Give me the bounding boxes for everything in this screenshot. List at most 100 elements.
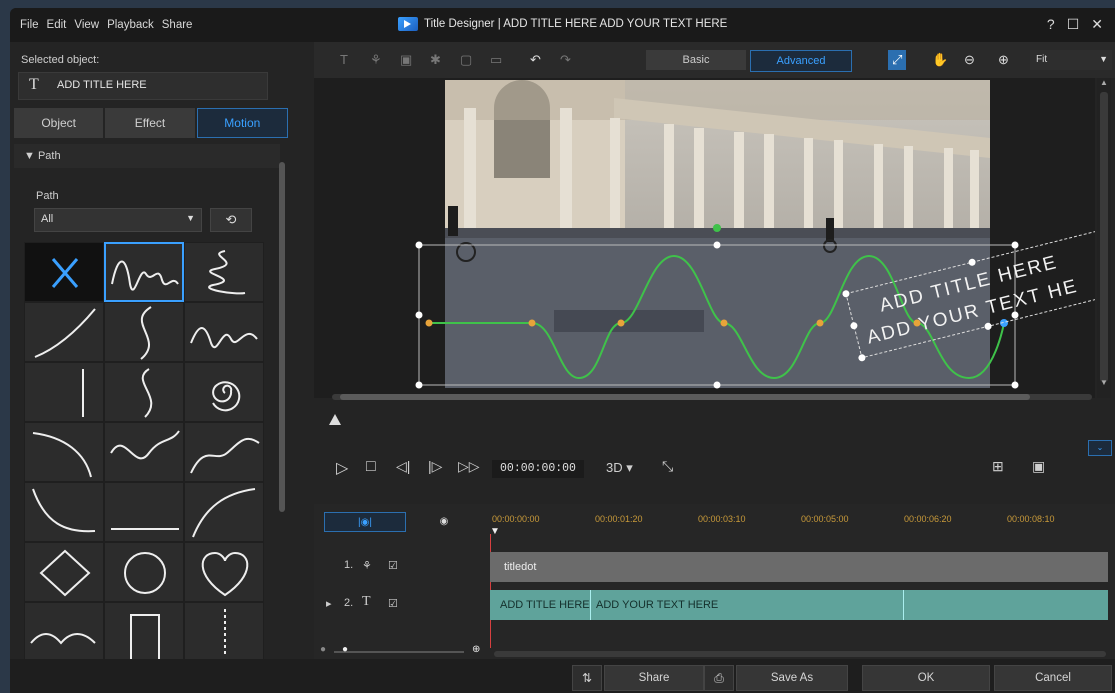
scroll-up-icon[interactable]: ▲: [1100, 78, 1108, 87]
zoom-in-icon[interactable]: ⊕: [998, 52, 1009, 68]
clip-titledot[interactable]: titledot: [490, 552, 1108, 582]
next-frame-icon[interactable]: |▷: [428, 458, 442, 475]
insert-shape-icon[interactable]: ▢: [460, 52, 472, 68]
playhead-icon[interactable]: ▼: [490, 526, 500, 537]
path-arc-down[interactable]: [24, 302, 104, 362]
path-s-curve-2[interactable]: [104, 362, 184, 422]
expand-track-icon[interactable]: ▸: [326, 597, 332, 610]
path-wave-2[interactable]: [104, 422, 184, 482]
tab-effect[interactable]: Effect: [105, 108, 195, 138]
timeline-ruler[interactable]: 00:00:00:00 00:00:01:20 00:00:03:10 00:0…: [488, 512, 1108, 542]
insert-background-icon[interactable]: ▭: [490, 52, 502, 68]
redo-icon[interactable]: ↷: [560, 52, 571, 68]
scrollbar-thumb[interactable]: [279, 162, 285, 512]
stop-icon[interactable]: □: [366, 458, 376, 476]
save-as-button[interactable]: Save As: [736, 665, 848, 691]
path-dotted-down[interactable]: [184, 602, 264, 662]
safe-zone-icon[interactable]: ⊞: [992, 458, 1004, 475]
clip-label-1: ADD TITLE HERE: [500, 599, 590, 611]
zoom-out-icon[interactable]: ⊖: [964, 52, 975, 68]
timeline-horizontal-scrollbar[interactable]: [494, 651, 1106, 657]
timeline-zoom-slider[interactable]: ● ● ⊕: [320, 644, 480, 657]
horizontal-line-path-icon: [111, 528, 179, 530]
3d-mode-toggle[interactable]: 3D ▾: [606, 460, 633, 476]
menu-file[interactable]: File: [20, 19, 39, 31]
path-diamond[interactable]: [24, 542, 104, 602]
aspect-ratio-icon[interactable]: ▣: [1032, 458, 1045, 475]
insert-title-icon[interactable]: T: [340, 52, 348, 67]
insert-particle-icon[interactable]: ⚘: [370, 52, 382, 68]
slider-handle-icon[interactable]: [328, 413, 342, 427]
cancel-button[interactable]: Cancel: [994, 665, 1112, 691]
fast-forward-icon[interactable]: ▷▷: [458, 458, 480, 475]
maximize-button[interactable]: ☐: [1067, 16, 1080, 33]
track-visible-checkbox[interactable]: ☑: [388, 559, 398, 572]
hand-pan-icon[interactable]: ✋: [932, 52, 948, 68]
menu-view[interactable]: View: [74, 19, 99, 31]
track-visible-checkbox[interactable]: ☑: [388, 597, 398, 610]
insert-image-icon[interactable]: ▣: [400, 52, 412, 68]
path-category-select[interactable]: All ▼: [34, 208, 202, 232]
timecode-display[interactable]: 00:00:00:00: [492, 460, 584, 478]
expand-timeline-button[interactable]: ⌄: [1088, 440, 1112, 456]
path-heart[interactable]: [184, 542, 264, 602]
play-icon[interactable]: ▷: [336, 458, 348, 478]
path-swoop[interactable]: [24, 482, 104, 542]
previous-frame-icon[interactable]: ◁|: [396, 458, 410, 475]
path-horizontal[interactable]: [104, 482, 184, 542]
ok-button[interactable]: OK: [862, 665, 990, 691]
circle-path-icon: [124, 552, 166, 594]
timeline-tab-track[interactable]: ◉: [424, 512, 464, 530]
tab-motion[interactable]: Motion: [196, 108, 288, 138]
zoom-out-icon[interactable]: ●: [320, 644, 326, 655]
path-small-wave[interactable]: [184, 302, 264, 362]
scroll-down-icon[interactable]: ▼: [1100, 378, 1108, 387]
path-arc-up[interactable]: [184, 482, 264, 542]
path-line-vertical[interactable]: [24, 362, 104, 422]
scrollbar-thumb[interactable]: [1100, 92, 1108, 382]
path-s-vertical[interactable]: [104, 302, 184, 362]
advanced-mode-button[interactable]: Advanced: [750, 50, 852, 72]
path-curve-down[interactable]: [24, 422, 104, 482]
wave-3-path-icon: [190, 437, 260, 474]
tab-object[interactable]: Object: [14, 108, 104, 138]
share-button[interactable]: Share: [604, 665, 704, 691]
reverse-path-icon: ⟲: [225, 212, 237, 227]
share-template-icon[interactable]: ⇅: [572, 665, 602, 691]
path-none[interactable]: [24, 242, 104, 302]
fullscreen-icon[interactable]: ⤡: [662, 458, 673, 475]
scrollbar-thumb[interactable]: [340, 394, 1030, 400]
reverse-path-button[interactable]: ⟲: [210, 208, 252, 232]
timeline-tab-keyframe[interactable]: |◉|: [324, 512, 406, 532]
menu-edit[interactable]: Edit: [47, 19, 67, 31]
path-spiral[interactable]: [184, 362, 264, 422]
zoom-select[interactable]: Fit ▼: [1030, 50, 1112, 70]
path-circle[interactable]: [104, 542, 184, 602]
undo-icon[interactable]: ↶: [530, 52, 541, 68]
slider-handle[interactable]: ●: [342, 644, 348, 655]
insert-effect-icon[interactable]: ✱: [430, 52, 441, 68]
path-square-u[interactable]: [104, 602, 184, 662]
menu-playback[interactable]: Playback: [107, 19, 154, 31]
presets-scrollbar[interactable]: [278, 150, 286, 690]
preview-position-slider[interactable]: [328, 413, 342, 430]
preview-horizontal-scrollbar[interactable]: [332, 392, 1092, 402]
move-select-icon[interactable]: ⤢: [888, 50, 907, 70]
menu-share[interactable]: Share: [162, 19, 193, 31]
path-section-header[interactable]: ▼ Path: [14, 144, 280, 168]
preview-canvas[interactable]: ADD TITLE HERE ADD YOUR TEXT HE: [314, 78, 1115, 398]
clip-title[interactable]: ADD TITLE HERE ADD YOUR TEXT HERE: [490, 590, 1108, 620]
rotation-handle[interactable]: [713, 224, 721, 232]
help-button[interactable]: ?: [1047, 16, 1055, 33]
path-bumps[interactable]: [24, 602, 104, 662]
save-icon[interactable]: ⎙: [704, 665, 734, 691]
path-zigzag-spiral[interactable]: [184, 242, 264, 302]
preview-vertical-scrollbar[interactable]: ▲ ▼: [1097, 78, 1111, 398]
slider-track[interactable]: [334, 651, 464, 653]
path-wave-3[interactable]: [184, 422, 264, 482]
selected-object-box[interactable]: T ADD TITLE HERE: [18, 72, 268, 100]
zoom-in-icon[interactable]: ⊕: [472, 644, 480, 655]
basic-mode-button[interactable]: Basic: [646, 50, 746, 70]
close-button[interactable]: ✕: [1091, 16, 1103, 33]
path-wave-selected[interactable]: [104, 242, 184, 302]
